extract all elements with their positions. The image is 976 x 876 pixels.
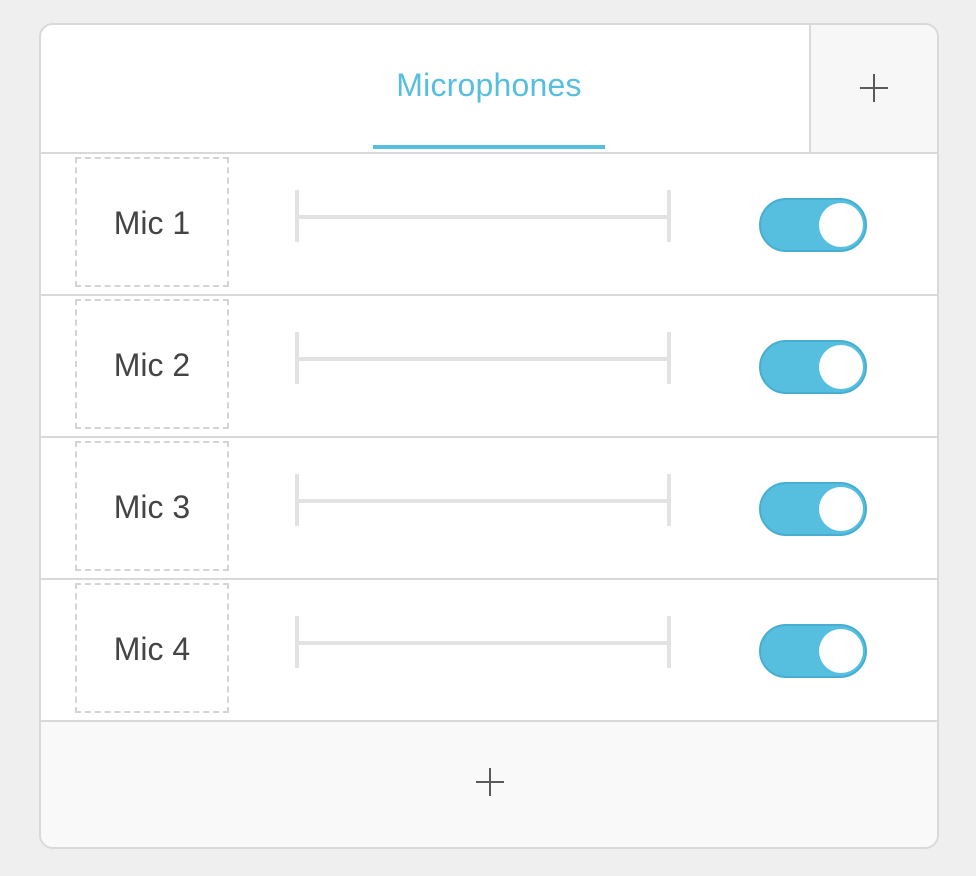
mic-label: Mic 4 bbox=[113, 631, 191, 667]
add-tab-button[interactable] bbox=[809, 25, 937, 152]
panel-header: Microphones bbox=[41, 25, 937, 154]
mic-label-box[interactable]: Mic 2 bbox=[75, 299, 229, 429]
level-track bbox=[295, 641, 671, 645]
active-tab-indicator bbox=[373, 145, 605, 149]
mic-row: Mic 3 bbox=[41, 438, 937, 580]
mic-label-box[interactable]: Mic 3 bbox=[75, 441, 229, 571]
microphones-panel: Microphones Mic 1 Mic 2 Mic 3 Mic 4 bbox=[39, 23, 939, 849]
mic-level-slider[interactable] bbox=[295, 474, 671, 528]
level-track bbox=[295, 499, 671, 503]
mic-enable-toggle[interactable] bbox=[759, 482, 867, 536]
level-end-cap bbox=[667, 332, 671, 384]
mic-enable-toggle[interactable] bbox=[759, 198, 867, 252]
mic-label-box[interactable]: Mic 1 bbox=[75, 157, 229, 287]
toggle-knob bbox=[819, 345, 863, 389]
toggle-knob bbox=[819, 203, 863, 247]
level-end-cap bbox=[667, 474, 671, 526]
mic-level-slider[interactable] bbox=[295, 332, 671, 386]
mic-row: Mic 4 bbox=[41, 580, 937, 722]
mic-level-slider[interactable] bbox=[295, 616, 671, 670]
mic-label-box[interactable]: Mic 4 bbox=[75, 583, 229, 713]
level-track bbox=[295, 215, 671, 219]
mic-label: Mic 1 bbox=[113, 205, 191, 241]
toggle-knob bbox=[819, 629, 863, 673]
level-end-cap bbox=[667, 190, 671, 242]
tab-label: Microphones bbox=[396, 67, 582, 103]
mic-enable-toggle[interactable] bbox=[759, 624, 867, 678]
level-end-cap bbox=[667, 616, 671, 668]
mic-label: Mic 3 bbox=[113, 489, 191, 525]
toggle-knob bbox=[819, 487, 863, 531]
mic-level-slider[interactable] bbox=[295, 190, 671, 244]
mic-label: Mic 2 bbox=[113, 347, 191, 383]
add-microphone-button[interactable] bbox=[41, 722, 937, 847]
mic-row: Mic 1 bbox=[41, 154, 937, 296]
plus-icon bbox=[860, 74, 888, 102]
mic-row: Mic 2 bbox=[41, 296, 937, 438]
mic-enable-toggle[interactable] bbox=[759, 340, 867, 394]
plus-icon bbox=[476, 768, 504, 796]
tab-microphones[interactable]: Microphones bbox=[373, 25, 605, 152]
level-track bbox=[295, 357, 671, 361]
